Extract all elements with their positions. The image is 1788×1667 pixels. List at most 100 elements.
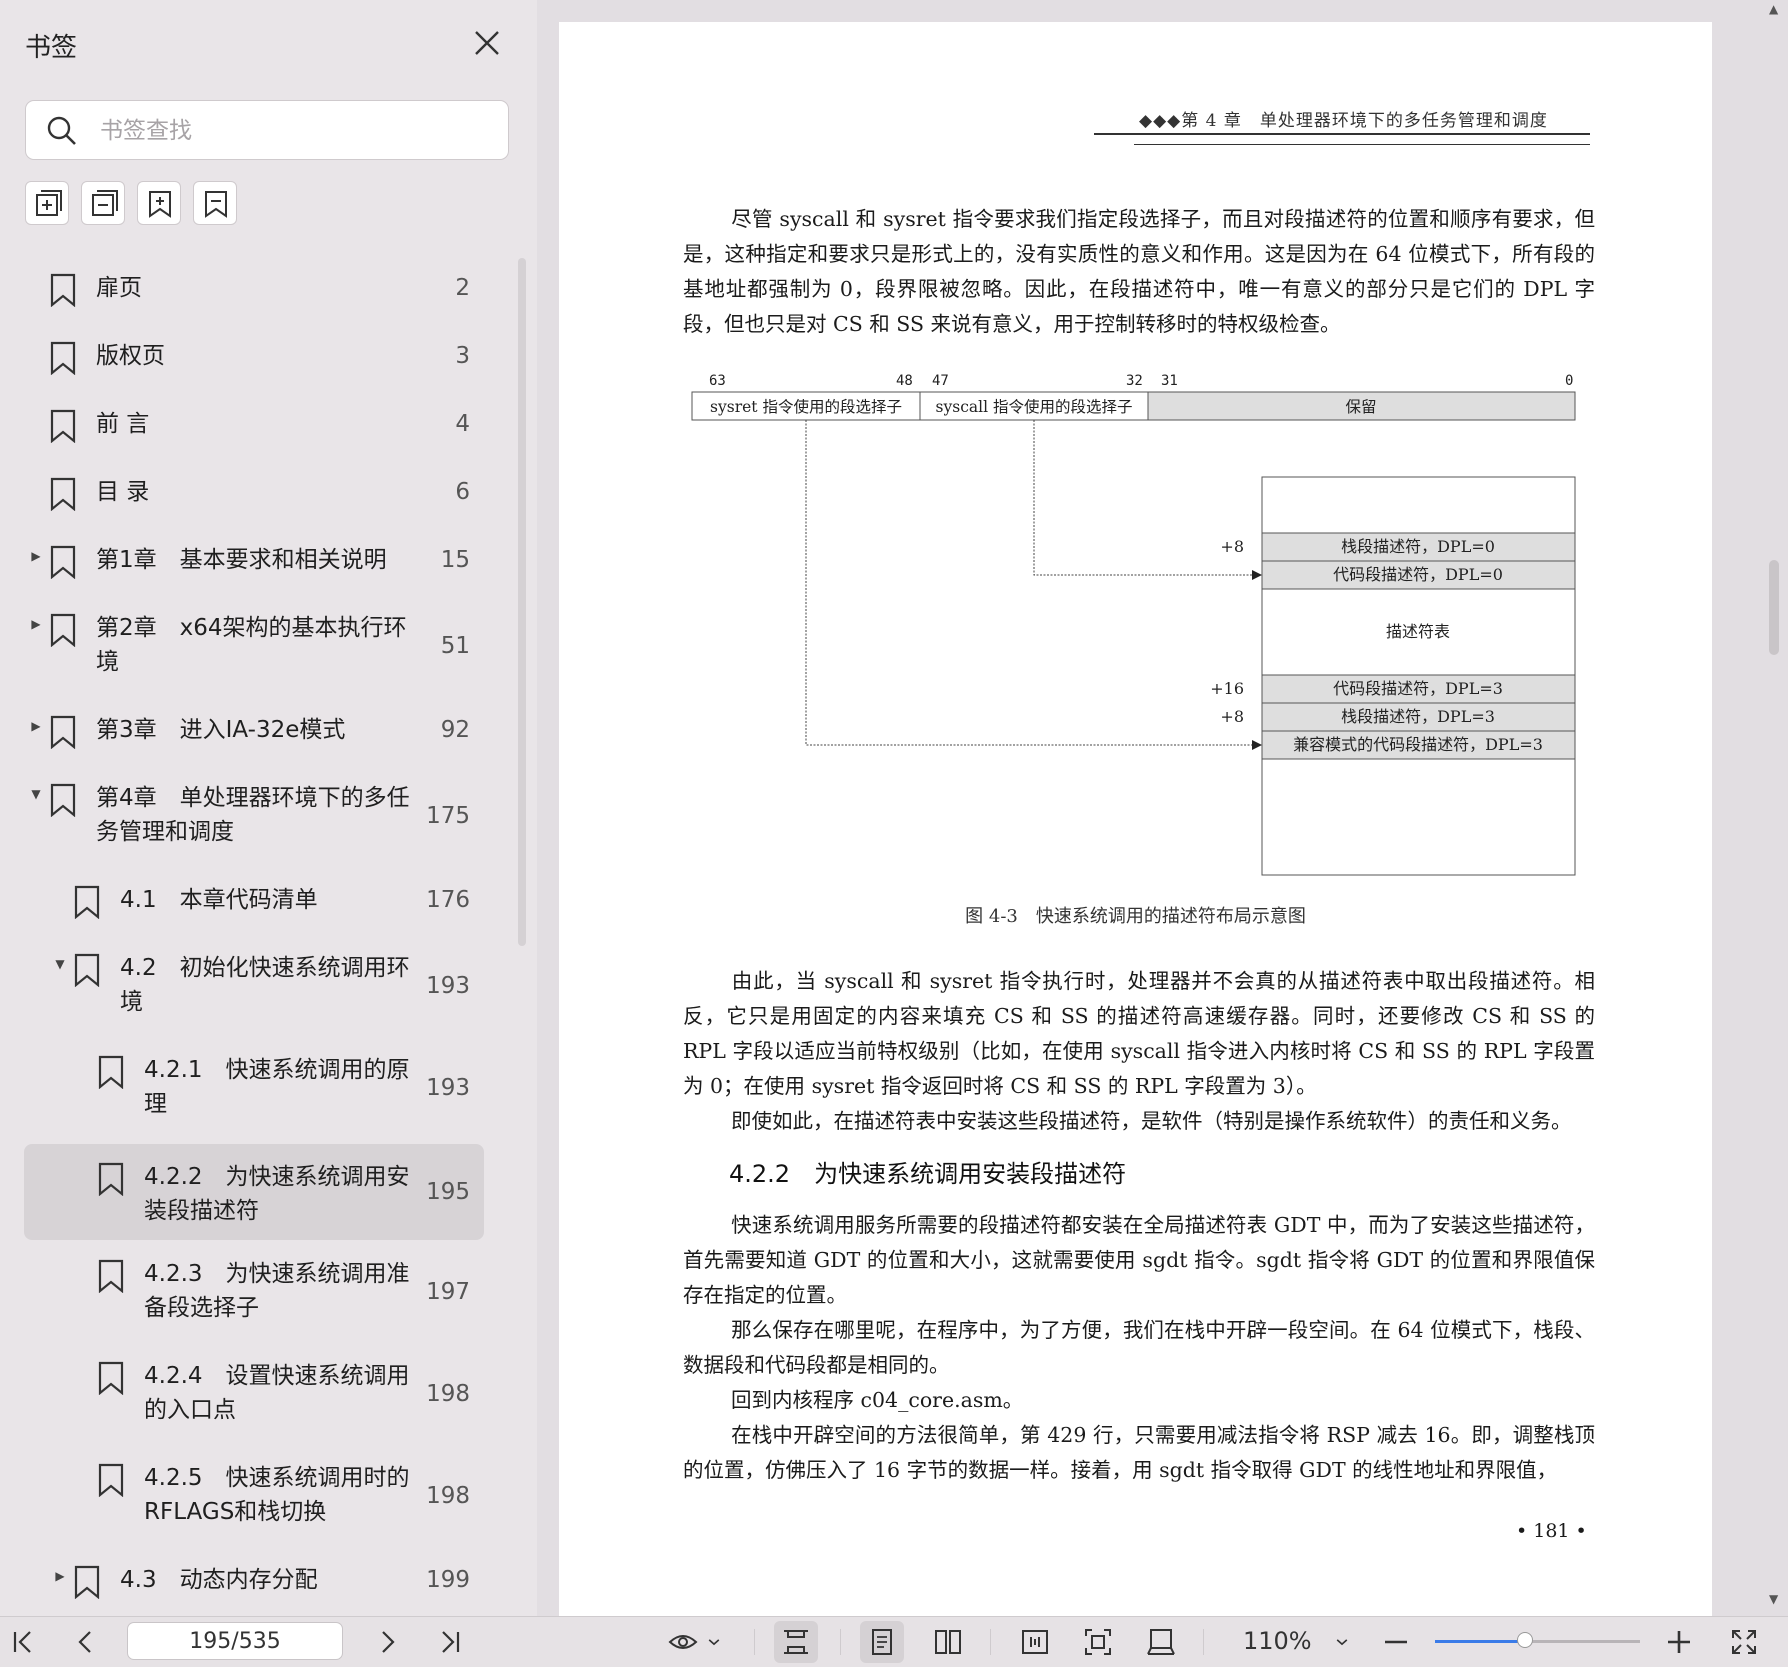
bookmark-icon (98, 1259, 124, 1293)
continuous-scroll-button[interactable] (774, 1621, 818, 1663)
zoom-dropdown[interactable] (1334, 1627, 1350, 1657)
bookmark-page-number: 198 (426, 1483, 470, 1509)
bit-label: 47 (932, 373, 949, 389)
bookmark-label: 4.3 动态内存分配 (120, 1567, 318, 1593)
prev-page-button[interactable] (71, 1627, 101, 1657)
bookmark-icon (74, 885, 100, 919)
bookmark-icon (74, 1565, 100, 1599)
bit-label: 48 (896, 373, 913, 389)
bookmark-item[interactable]: ▶ 第2章 x64架构的基本执行环境 51 (0, 595, 520, 697)
expand-toggle-icon[interactable]: ▶ (29, 549, 43, 563)
bookmark-item[interactable]: ▶ 4.3 动态内存分配 199 (0, 1547, 520, 1615)
chevron-down-icon (1336, 1639, 1348, 1646)
document-scrollbar[interactable] (1769, 560, 1779, 655)
scroll-down-icon[interactable]: ▼ (1769, 1592, 1778, 1606)
bookmark-item[interactable]: 4.2.4 设置快速系统调用的入口点 198 (0, 1343, 520, 1445)
add-bookmark-button[interactable] (137, 181, 181, 225)
bookmark-item[interactable]: ▼ 4.2 初始化快速系统调用环境 193 (0, 935, 520, 1037)
view-mode-button[interactable] (668, 1627, 698, 1657)
bookmark-label: 第3章 进入IA-32e模式 (96, 717, 346, 743)
bookmark-label: 4.2.2 为快速系统调用安装段描述符 (144, 1164, 410, 1224)
bit-label: 32 (1126, 373, 1143, 389)
zoom-slider-handle[interactable] (1517, 1632, 1534, 1648)
bookmark-page-number: 6 (455, 479, 470, 505)
chevron-right-icon (382, 1631, 395, 1653)
bookmark-icon (50, 477, 76, 511)
bookmark-item[interactable]: 4.2.5 快速系统调用时的RFLAGS和栈切换 198 (0, 1445, 520, 1547)
bookmark-item[interactable]: 4.2.1 快速系统调用的原理 193 (0, 1037, 520, 1139)
add-bookmark-icon (149, 191, 171, 218)
rotate-button[interactable] (1146, 1627, 1176, 1657)
chevron-down-icon (708, 1639, 720, 1646)
field-label: syscall 指令使用的段选择子 (936, 398, 1133, 416)
zoom-slider[interactable] (1435, 1632, 1640, 1648)
expand-toggle-icon[interactable]: ▶ (29, 617, 43, 631)
section-heading: 4.2.2 为快速系统调用安装段描述符 (729, 1160, 1127, 1188)
bookmark-item[interactable]: ▶ 第3章 进入IA-32e模式 92 (0, 697, 520, 765)
expand-toggle-icon[interactable]: ▶ (29, 719, 43, 733)
view-mode-dropdown[interactable] (706, 1627, 722, 1657)
descriptor-label: 代码段描述符，DPL=3 (1333, 679, 1503, 698)
bookmark-page-number: 195 (426, 1179, 470, 1205)
scroll-up-icon[interactable]: ▲ (1769, 2, 1778, 16)
descriptor-label: 描述符表 (1386, 622, 1450, 641)
bookmark-icon (98, 1361, 124, 1395)
bookmark-label: 扉页 (96, 275, 142, 301)
field-label: 保留 (1345, 398, 1376, 416)
bookmark-sidebar: 书签 扉页2版权页3前 言4目 (0, 0, 537, 1616)
remove-bookmark-button[interactable] (193, 181, 237, 225)
bookmark-label: 4.2.1 快速系统调用的原理 (144, 1057, 410, 1117)
collapse-toggle-icon[interactable]: ▼ (53, 957, 67, 971)
fit-width-button[interactable] (1020, 1627, 1050, 1657)
document-viewer[interactable]: ◆◆◆第 4 章 单处理器环境下的多任务管理和调度 尽管 syscall 和 s… (537, 0, 1788, 1616)
sidebar-scrollbar[interactable] (518, 258, 526, 946)
zoom-level[interactable]: 110% (1243, 1627, 1312, 1655)
bookmark-search-input[interactable] (98, 109, 492, 153)
first-page-button[interactable] (8, 1627, 38, 1657)
bit-label: 0 (1565, 373, 1573, 389)
bookmark-list: 扉页 2 版权页 3 前 言 4 目 录 6 ▶ 第1章 基本要求和相关说明 15 ▶ 第2章 x64架… (0, 255, 520, 1616)
offset-label: +8 (1220, 707, 1244, 726)
two-page-button[interactable] (933, 1627, 963, 1657)
bookmark-item[interactable]: ▶ 第1章 基本要求和相关说明 15 (0, 527, 520, 595)
last-page-button[interactable] (435, 1627, 465, 1657)
single-page-button[interactable] (860, 1621, 904, 1663)
bookmark-icon (74, 953, 100, 987)
bookmark-item[interactable]: 版权页 3 (0, 323, 520, 391)
bookmark-icon (50, 613, 76, 647)
descriptor-label: 代码段描述符，DPL=0 (1333, 565, 1503, 584)
bookmark-label: 第1章 基本要求和相关说明 (96, 547, 387, 573)
bookmark-icon (50, 715, 76, 749)
rotate-icon (1147, 1629, 1175, 1655)
bookmark-label: 第4章 单处理器环境下的多任务管理和调度 (96, 785, 410, 845)
bit-label: 31 (1161, 373, 1178, 389)
page-number-input[interactable] (127, 1622, 343, 1660)
zoom-in-button[interactable] (1664, 1627, 1694, 1657)
bookmark-icon (98, 1055, 124, 1089)
collapse-toggle-icon[interactable]: ▼ (29, 787, 43, 801)
bookmark-label: 4.2 初始化快速系统调用环境 (120, 955, 410, 1015)
first-page-icon (13, 1631, 31, 1653)
zoom-out-button[interactable] (1381, 1627, 1411, 1657)
bookmark-label: 目 录 (96, 479, 150, 505)
bottom-toolbar: 110% (0, 1616, 1788, 1667)
figure-caption: 图 4-3 快速系统调用的描述符布局示意图 (965, 906, 1306, 927)
next-page-button[interactable] (372, 1627, 402, 1657)
fit-page-button[interactable] (1083, 1627, 1113, 1657)
bookmark-item[interactable]: 目 录 6 (0, 459, 520, 527)
expand-all-button[interactable] (25, 181, 69, 225)
expand-toggle-icon[interactable]: ▶ (53, 1569, 67, 1583)
close-icon[interactable] (470, 26, 504, 60)
paragraph: 回到内核程序 c04_core.asm。 (731, 1388, 1024, 1412)
bookmark-item[interactable]: 4.2.2 为快速系统调用安装段描述符 195 (0, 1144, 520, 1240)
bookmark-item[interactable]: 4.1 本章代码清单 176 (0, 867, 520, 935)
bookmark-item[interactable]: ▼ 第4章 单处理器环境下的多任务管理和调度 175 (0, 765, 520, 867)
bookmark-item[interactable]: 扉页 2 (0, 255, 520, 323)
bookmark-icon (98, 1162, 124, 1196)
fullscreen-button[interactable] (1729, 1627, 1759, 1657)
bookmark-item[interactable]: 4.2.3 为快速系统调用准备段选择子 197 (0, 1241, 520, 1343)
connector-arrow (805, 420, 1254, 746)
collapse-all-button[interactable] (81, 181, 125, 225)
bookmark-page-number: 15 (440, 547, 470, 573)
bookmark-item[interactable]: 前 言 4 (0, 391, 520, 459)
